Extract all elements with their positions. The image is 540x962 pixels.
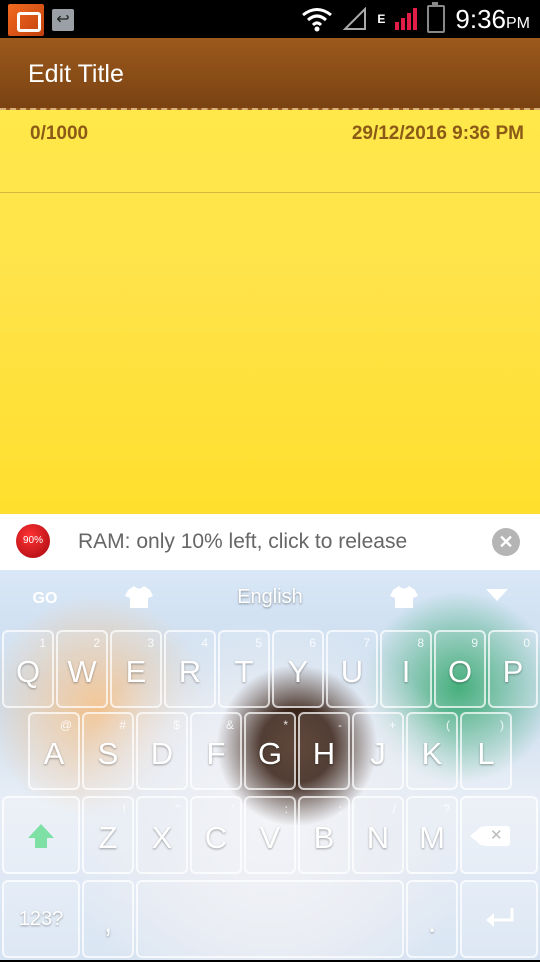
key-v[interactable]: :V (244, 796, 296, 874)
key-c[interactable]: ' C (190, 796, 242, 874)
shift-arrow-icon (28, 824, 54, 848)
period-key[interactable]: . (406, 880, 458, 958)
key-row-3: ! Z " X ' C :V ; B / N ? M (0, 796, 540, 878)
key-l[interactable]: ) L (460, 712, 512, 790)
key-o[interactable]: 9O (434, 630, 486, 708)
comma-key[interactable]: , (82, 880, 134, 958)
key-a[interactable]: @ A (28, 712, 80, 790)
key-f[interactable]: & F (190, 712, 242, 790)
signal-empty-icon (343, 7, 367, 30)
key-t[interactable]: 5T (218, 630, 270, 708)
key-row-1: 1Q 2W 3E 4R 5T 6Y 7U 8I 9O 0P (0, 630, 540, 712)
key-p[interactable]: 0P (488, 630, 538, 708)
edit-title[interactable]: Edit Title (28, 60, 124, 89)
key-b[interactable]: ; B (298, 796, 350, 874)
backspace-icon (470, 826, 510, 846)
shift-key[interactable] (2, 796, 80, 874)
title-bar: Edit Title (0, 38, 540, 110)
key-i[interactable]: 8I (380, 630, 432, 708)
key-e[interactable]: 3E (110, 630, 162, 708)
key-j[interactable]: + J (352, 712, 404, 790)
backspace-key[interactable] (460, 796, 538, 874)
note-meta: 0/1000 29/12/2016 9:36 PM (0, 110, 540, 193)
clock: 9:36PM (455, 3, 530, 34)
enter-key[interactable] (460, 880, 538, 958)
key-r[interactable]: 4R (164, 630, 216, 708)
key-q[interactable]: 1Q (2, 630, 54, 708)
app-notification-icon (8, 4, 44, 36)
close-icon[interactable]: ✕ (492, 528, 520, 556)
ram-banner[interactable]: 90% RAM: only 10% left, click to release… (0, 514, 540, 570)
keyboard: GO English 1Q 2W 3E 4R 5T 6Y 7U 8I 9O 0P… (0, 570, 540, 960)
keyboard-toolbar: GO English (0, 570, 540, 628)
language-label[interactable]: English (0, 586, 540, 609)
status-bar: ↩ E 9:36PM (0, 0, 540, 38)
battery-icon (427, 2, 446, 33)
key-w[interactable]: 2W (56, 630, 108, 708)
ram-badge-icon: 90% (16, 524, 50, 558)
note-editor[interactable]: 0/1000 29/12/2016 9:36 PM (0, 110, 540, 514)
wifi-icon (302, 8, 333, 32)
key-h[interactable]: -H (298, 712, 350, 790)
enter-arrow-icon (486, 908, 514, 927)
ram-message[interactable]: RAM: only 10% left, click to release (78, 530, 407, 554)
signal-icon (395, 8, 418, 30)
symbols-key[interactable]: 123? (2, 880, 80, 958)
usb-icon: ↩ (52, 9, 74, 31)
key-s[interactable]: # S (82, 712, 134, 790)
key-row-4: 123? , . (0, 880, 540, 962)
key-d[interactable]: $ D (136, 712, 188, 790)
key-u[interactable]: 7U (326, 630, 378, 708)
collapse-chevron-down-icon[interactable] (480, 584, 514, 614)
char-count: 0/1000 (30, 123, 89, 144)
space-key[interactable] (136, 880, 404, 958)
key-x[interactable]: " X (136, 796, 188, 874)
key-k[interactable]: (K (406, 712, 458, 790)
theme-shirt-icon[interactable] (387, 584, 421, 614)
key-n[interactable]: / N (352, 796, 404, 874)
note-datetime: 29/12/2016 9:36 PM (351, 123, 524, 144)
key-g[interactable]: * G (244, 712, 296, 790)
key-z[interactable]: ! Z (82, 796, 134, 874)
key-row-2: @ A # S $ D & F * G -H + J (K ) L (0, 712, 540, 794)
network-type: E (377, 12, 386, 26)
key-m[interactable]: ? M (406, 796, 458, 874)
key-y[interactable]: 6Y (272, 630, 324, 708)
